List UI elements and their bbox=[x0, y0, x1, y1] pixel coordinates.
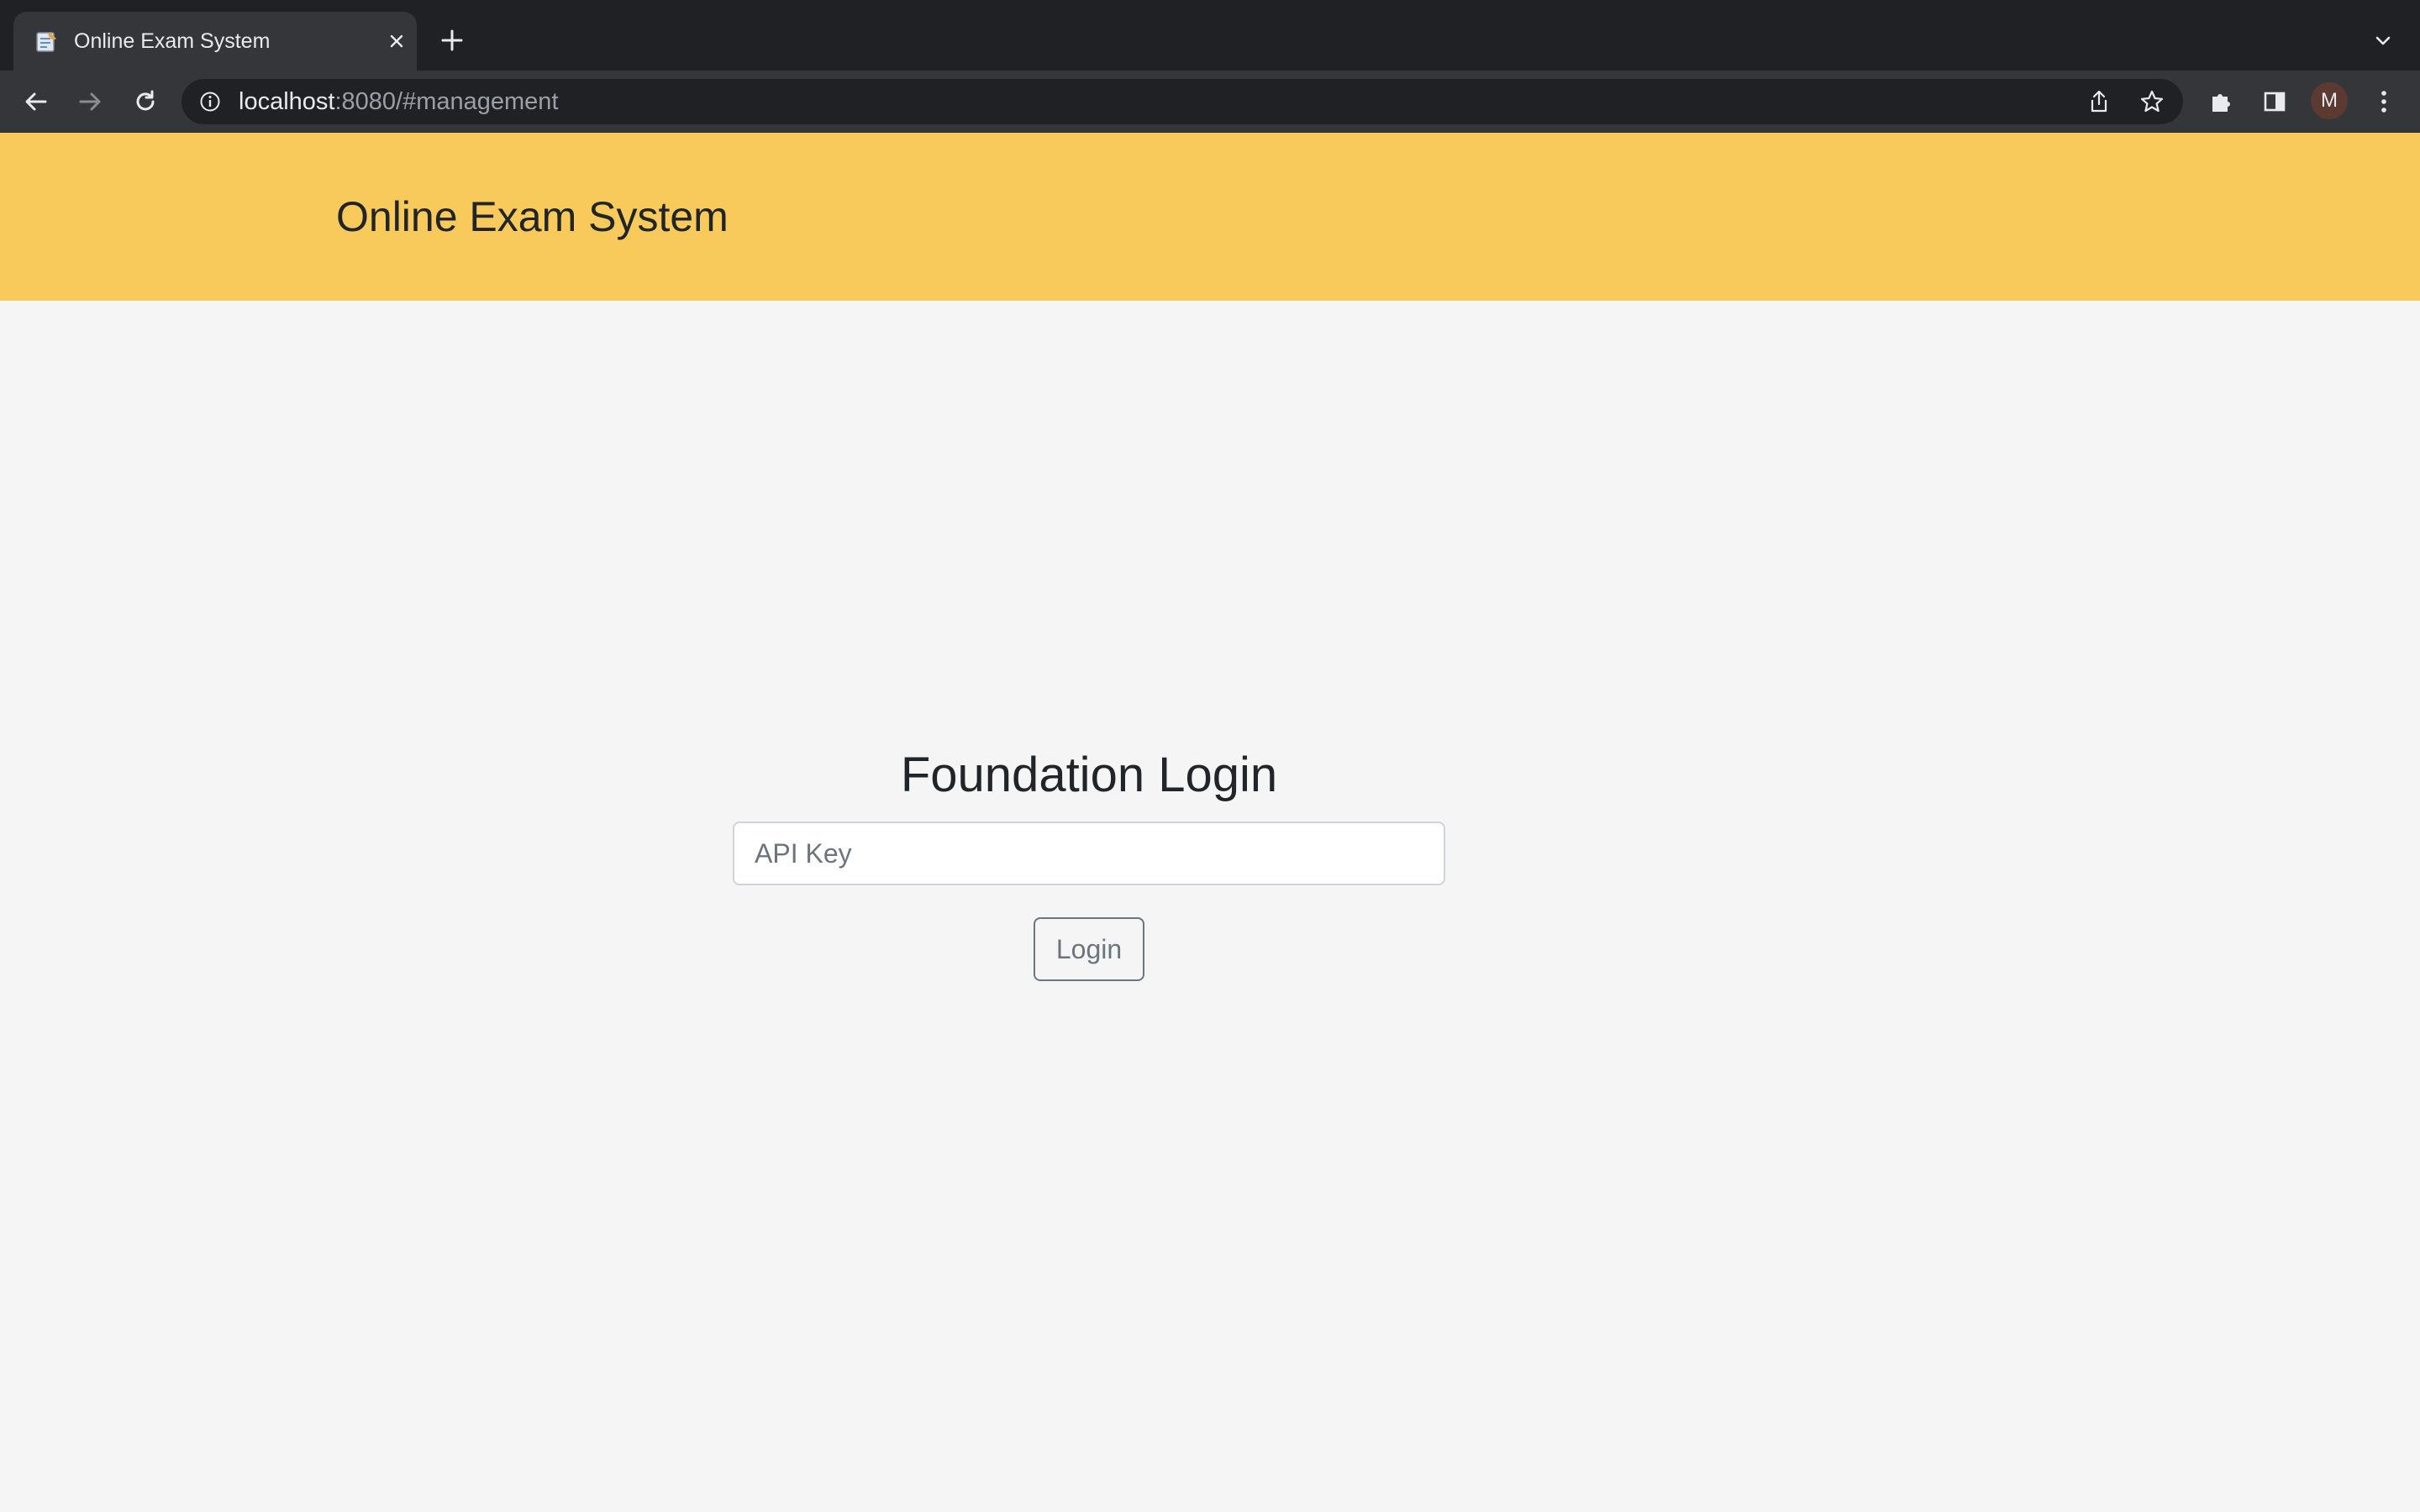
back-arrow-icon[interactable] bbox=[17, 82, 55, 121]
reload-icon[interactable] bbox=[126, 82, 165, 121]
browser-tab-strip: Online Exam System bbox=[0, 0, 2420, 71]
app-header: Online Exam System bbox=[0, 133, 2420, 301]
puzzle-icon[interactable] bbox=[2202, 82, 2240, 121]
forward-arrow-icon[interactable] bbox=[71, 82, 109, 121]
avatar[interactable]: M bbox=[2311, 82, 2348, 119]
browser-tab-active[interactable]: Online Exam System bbox=[13, 12, 417, 71]
notepad-icon bbox=[34, 29, 59, 54]
browser-toolbar: localhost:8080/#management M bbox=[0, 71, 2420, 133]
kebab-menu-icon[interactable] bbox=[2365, 82, 2403, 121]
url-path: :8080/#management bbox=[334, 88, 559, 115]
tab-title: Online Exam System bbox=[74, 29, 271, 53]
address-bar[interactable]: localhost:8080/#management bbox=[182, 79, 2183, 124]
brand-title[interactable]: Online Exam System bbox=[336, 192, 729, 242]
page-main: Foundation Login Login bbox=[0, 301, 2420, 1512]
login-title: Foundation Login bbox=[900, 748, 1278, 802]
close-icon[interactable] bbox=[381, 26, 412, 56]
share-icon[interactable] bbox=[2086, 88, 2112, 115]
chevron-down-icon[interactable] bbox=[2366, 24, 2400, 57]
api-key-input[interactable] bbox=[733, 822, 1445, 885]
star-icon[interactable] bbox=[2138, 87, 2166, 116]
info-icon[interactable] bbox=[198, 90, 222, 113]
url-host: localhost bbox=[239, 88, 335, 115]
side-panel-icon[interactable] bbox=[2255, 82, 2294, 121]
plus-icon[interactable] bbox=[435, 24, 469, 57]
url-text[interactable]: localhost:8080/#management bbox=[239, 88, 559, 115]
login-button[interactable]: Login bbox=[1034, 917, 1144, 981]
